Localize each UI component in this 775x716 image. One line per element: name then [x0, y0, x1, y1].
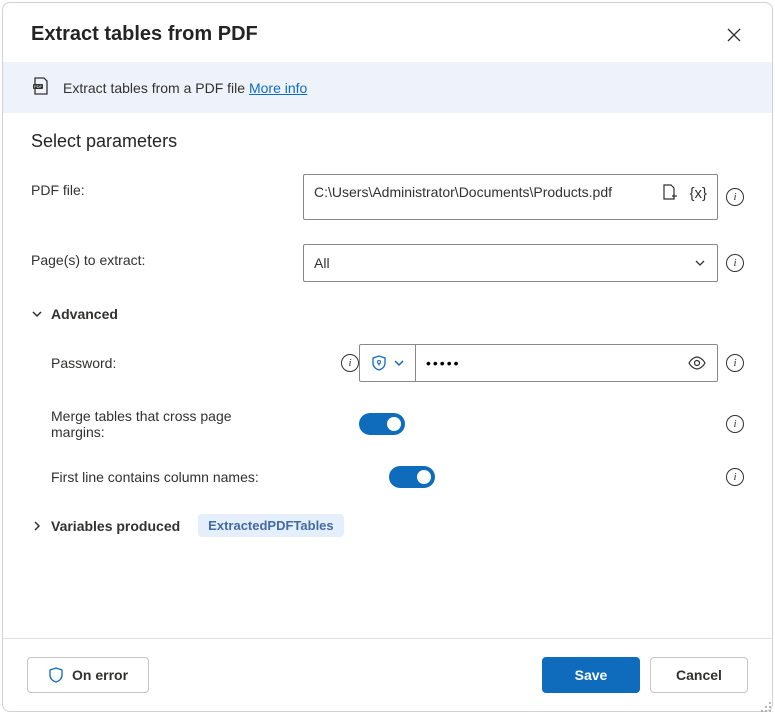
file-picker-icon[interactable] — [661, 183, 679, 204]
save-label: Save — [575, 667, 608, 683]
password-type-selector[interactable] — [360, 345, 416, 381]
more-info-link[interactable]: More info — [249, 80, 307, 96]
section-title: Select parameters — [31, 131, 744, 152]
firstline-toggle[interactable] — [389, 466, 435, 488]
dialog-footer: On error Save Cancel — [3, 638, 772, 711]
pdf-file-info-icon[interactable]: i — [726, 188, 744, 206]
advanced-expander[interactable]: Advanced — [31, 306, 744, 322]
pdf-icon: PDF — [31, 76, 51, 99]
password-input[interactable] — [416, 345, 677, 381]
password-reveal-button[interactable] — [677, 345, 717, 381]
dialog-header: Extract tables from PDF — [3, 3, 772, 62]
pdf-file-input[interactable]: C:\Users\Administrator\Documents\Product… — [303, 174, 718, 220]
banner-text: Extract tables from a PDF file More info — [63, 80, 307, 96]
close-button[interactable] — [724, 25, 744, 45]
merge-tables-label: Merge tables that cross page margins: — [51, 408, 241, 440]
firstline-row: First line contains column names: i — [51, 466, 744, 488]
eye-icon — [688, 354, 706, 372]
advanced-section: Password: i — [31, 344, 744, 488]
chevron-down-icon — [693, 256, 707, 270]
pdf-file-value: C:\Users\Administrator\Documents\Product… — [314, 183, 653, 202]
pdf-file-label: PDF file: — [31, 174, 303, 198]
svg-text:PDF: PDF — [34, 84, 43, 89]
password-input-group — [359, 344, 718, 382]
chevron-right-icon — [31, 520, 43, 532]
advanced-title: Advanced — [51, 306, 118, 322]
dialog-title: Extract tables from PDF — [31, 23, 258, 46]
variables-expander[interactable]: Variables produced ExtractedPDFTables — [31, 514, 744, 537]
merge-tables-row: Merge tables that cross page margins: i — [51, 408, 744, 440]
resize-grip-icon[interactable] — [759, 700, 773, 714]
extract-tables-dialog: Extract tables from PDF PDF Extract tabl… — [2, 2, 773, 712]
pages-dropdown[interactable]: All — [303, 244, 718, 282]
variable-icon[interactable]: {x} — [689, 185, 707, 202]
pages-info-icon[interactable]: i — [726, 254, 744, 272]
cancel-button[interactable]: Cancel — [650, 657, 748, 693]
save-button[interactable]: Save — [542, 657, 640, 693]
info-banner: PDF Extract tables from a PDF file More … — [3, 62, 772, 113]
password-label-info-icon[interactable]: i — [341, 354, 359, 372]
pdf-file-row: PDF file: C:\Users\Administrator\Documen… — [31, 174, 744, 220]
merge-tables-toggle[interactable] — [359, 413, 405, 435]
pages-row: Page(s) to extract: All i — [31, 244, 744, 282]
shield-icon — [371, 355, 387, 371]
merge-tables-info-icon[interactable]: i — [726, 415, 744, 433]
on-error-label: On error — [72, 667, 128, 683]
password-info-icon[interactable]: i — [726, 354, 744, 372]
pages-label: Page(s) to extract: — [31, 244, 303, 268]
chevron-down-icon — [31, 308, 43, 320]
close-icon — [727, 28, 741, 42]
variable-badge[interactable]: ExtractedPDFTables — [198, 514, 343, 537]
variables-title: Variables produced — [51, 518, 180, 534]
password-label: Password: — [51, 355, 335, 371]
chevron-down-icon — [393, 357, 405, 369]
firstline-info-icon[interactable]: i — [726, 468, 744, 486]
firstline-label: First line contains column names: — [51, 469, 259, 485]
pages-value: All — [314, 255, 330, 271]
on-error-button[interactable]: On error — [27, 657, 149, 693]
cancel-label: Cancel — [676, 667, 722, 683]
dialog-content: Select parameters PDF file: C:\Users\Adm… — [3, 113, 772, 638]
shield-icon — [48, 667, 64, 683]
password-row: Password: i — [51, 344, 744, 382]
